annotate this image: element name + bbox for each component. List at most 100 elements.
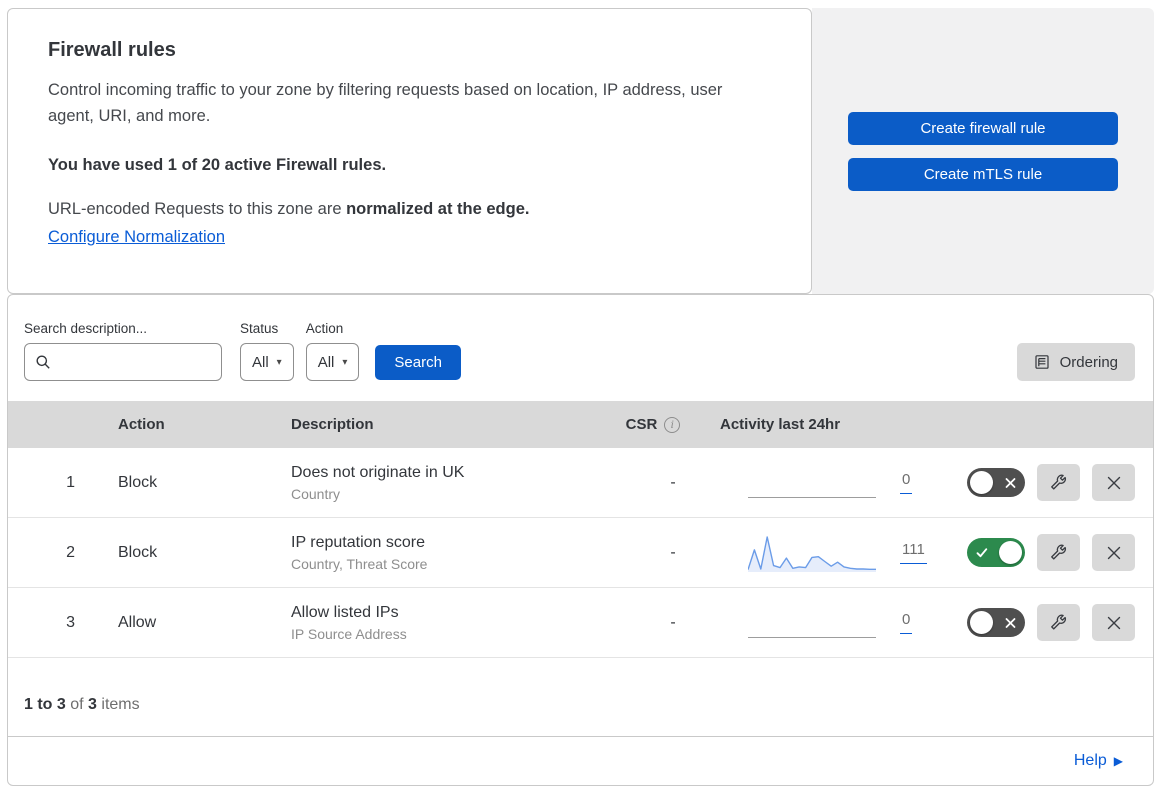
action-field-group: Action All ▾ <box>305 321 360 381</box>
toggle-knob <box>970 471 993 494</box>
search-input[interactable] <box>51 352 211 372</box>
filter-bar: Search description... Status All ▾ Actio… <box>8 295 1153 401</box>
actions-panel: Create firewall rule Create mTLS rule <box>812 8 1154 294</box>
search-field-label: Search description... <box>24 321 148 336</box>
toggle-knob <box>999 541 1022 564</box>
status-field-group: Status All ▾ <box>240 321 294 381</box>
rule-controls <box>948 534 1153 571</box>
rule-activity-cell: 0 <box>708 608 948 638</box>
toggle-x-icon <box>1005 617 1016 628</box>
activity-flatline <box>748 468 876 498</box>
status-field-label: Status <box>240 321 279 336</box>
rule-controls <box>948 464 1153 501</box>
top-section: Firewall rules Control incoming traffic … <box>7 8 1154 294</box>
action-field-label: Action <box>305 321 344 336</box>
edit-rule-button[interactable] <box>1037 464 1080 501</box>
activity-count-link[interactable]: 0 <box>900 611 913 634</box>
delete-rule-button[interactable] <box>1092 534 1135 571</box>
ordering-list-icon <box>1034 354 1050 370</box>
enable-toggle-on[interactable] <box>967 538 1025 567</box>
close-icon <box>1106 475 1122 491</box>
page-title: Firewall rules <box>48 39 176 61</box>
table-row: 1 Block Does not originate in UK Country… <box>8 448 1153 518</box>
arrow-right-icon: ▶ <box>1113 754 1123 768</box>
delete-rule-button[interactable] <box>1092 464 1135 501</box>
enable-toggle-off[interactable] <box>967 468 1025 497</box>
pagination-of: of <box>65 696 89 713</box>
chevron-down-icon: ▾ <box>276 356 282 368</box>
activity-flatline <box>748 608 876 638</box>
wrench-icon <box>1050 614 1067 631</box>
table-row: 3 Allow Allow listed IPs IP Source Addre… <box>8 588 1153 658</box>
ordering-button[interactable]: Ordering <box>1016 343 1135 381</box>
header-action: Action <box>118 416 165 433</box>
page-description: Control incoming traffic to your zone by… <box>48 81 723 125</box>
rule-number: 2 <box>66 543 75 561</box>
rule-csr-value: - <box>670 613 676 631</box>
close-icon <box>1106 545 1122 561</box>
search-input-box[interactable] <box>24 343 222 381</box>
configure-normalization-link[interactable]: Configure Normalization <box>48 228 225 247</box>
header-activity: Activity last 24hr <box>720 416 841 433</box>
ordering-button-label: Ordering <box>1059 353 1118 371</box>
pagination-summary: 1 to 3 of 3 items <box>8 666 1153 736</box>
help-link[interactable]: Help ▶ <box>1074 752 1123 770</box>
rule-description-cell: Does not originate in UK Country <box>278 464 598 502</box>
help-bar: Help ▶ <box>8 736 1153 785</box>
rule-action: Block <box>118 543 158 561</box>
rule-description: Allow listed IPs <box>291 603 399 621</box>
search-button[interactable]: Search <box>375 345 461 380</box>
header-csr-label: CSR <box>625 416 658 433</box>
table-header: Action Description CSR i Activity last 2… <box>8 401 1153 448</box>
activity-count-link[interactable]: 111 <box>900 541 927 564</box>
normalization-text: URL-encoded Requests to this zone are <box>48 200 347 219</box>
info-icon[interactable]: i <box>664 416 681 433</box>
rule-description: Does not originate in UK <box>291 463 465 481</box>
rule-fields: Country, Threat Score <box>291 555 428 572</box>
rule-number: 3 <box>66 613 75 631</box>
help-link-label: Help <box>1073 752 1107 769</box>
toggle-knob <box>970 611 993 634</box>
pagination-total: 3 <box>88 696 97 713</box>
header-description: Description <box>291 416 374 433</box>
rule-activity-cell: 0 <box>708 468 948 498</box>
normalization-bold-text: normalized at the edge. <box>346 200 530 219</box>
toggle-x-icon <box>1005 477 1016 488</box>
rule-action: Allow <box>118 613 157 631</box>
firewall-rules-header-card: Firewall rules Control incoming traffic … <box>7 8 812 294</box>
create-mtls-rule-button[interactable]: Create mTLS rule <box>848 157 1118 191</box>
rule-action: Block <box>118 473 158 491</box>
rule-description-cell: IP reputation score Country, Threat Scor… <box>278 534 598 572</box>
normalization-note: URL-encoded Requests to this zone are no… <box>48 200 771 219</box>
search-field-group: Search description... <box>24 321 222 381</box>
rule-fields: Country <box>291 485 341 502</box>
pagination-range: 1 to 3 <box>24 696 66 713</box>
pagination-items: items <box>96 696 140 713</box>
delete-rule-button[interactable] <box>1092 604 1135 641</box>
activity-sparkline <box>748 535 876 572</box>
create-firewall-rule-button[interactable]: Create firewall rule <box>848 111 1118 145</box>
rule-description: IP reputation score <box>291 533 426 551</box>
rule-activity-cell: 111 <box>708 532 948 574</box>
rule-csr-value: - <box>670 543 676 561</box>
rule-number: 1 <box>66 473 75 491</box>
rule-description-cell: Allow listed IPs IP Source Address <box>278 604 598 642</box>
usage-summary: You have used 1 of 20 active Firewall ru… <box>48 156 387 175</box>
activity-count-link[interactable]: 0 <box>900 471 913 494</box>
edit-rule-button[interactable] <box>1037 534 1080 571</box>
close-icon <box>1106 615 1122 631</box>
search-icon <box>35 354 51 370</box>
wrench-icon <box>1050 474 1067 491</box>
edit-rule-button[interactable] <box>1037 604 1080 641</box>
rule-fields: IP Source Address <box>291 625 407 642</box>
status-dropdown-value: All <box>252 353 269 371</box>
table-row: 2 Block IP reputation score Country, Thr… <box>8 518 1153 588</box>
rule-controls <box>948 604 1153 641</box>
action-dropdown-value: All <box>317 353 335 371</box>
toggle-check-icon <box>976 547 988 558</box>
status-dropdown[interactable]: All ▾ <box>240 343 294 381</box>
header-csr: CSR i <box>598 416 708 433</box>
rule-csr-value: - <box>670 473 676 491</box>
enable-toggle-off[interactable] <box>967 608 1025 637</box>
action-dropdown[interactable]: All ▾ <box>305 343 360 381</box>
